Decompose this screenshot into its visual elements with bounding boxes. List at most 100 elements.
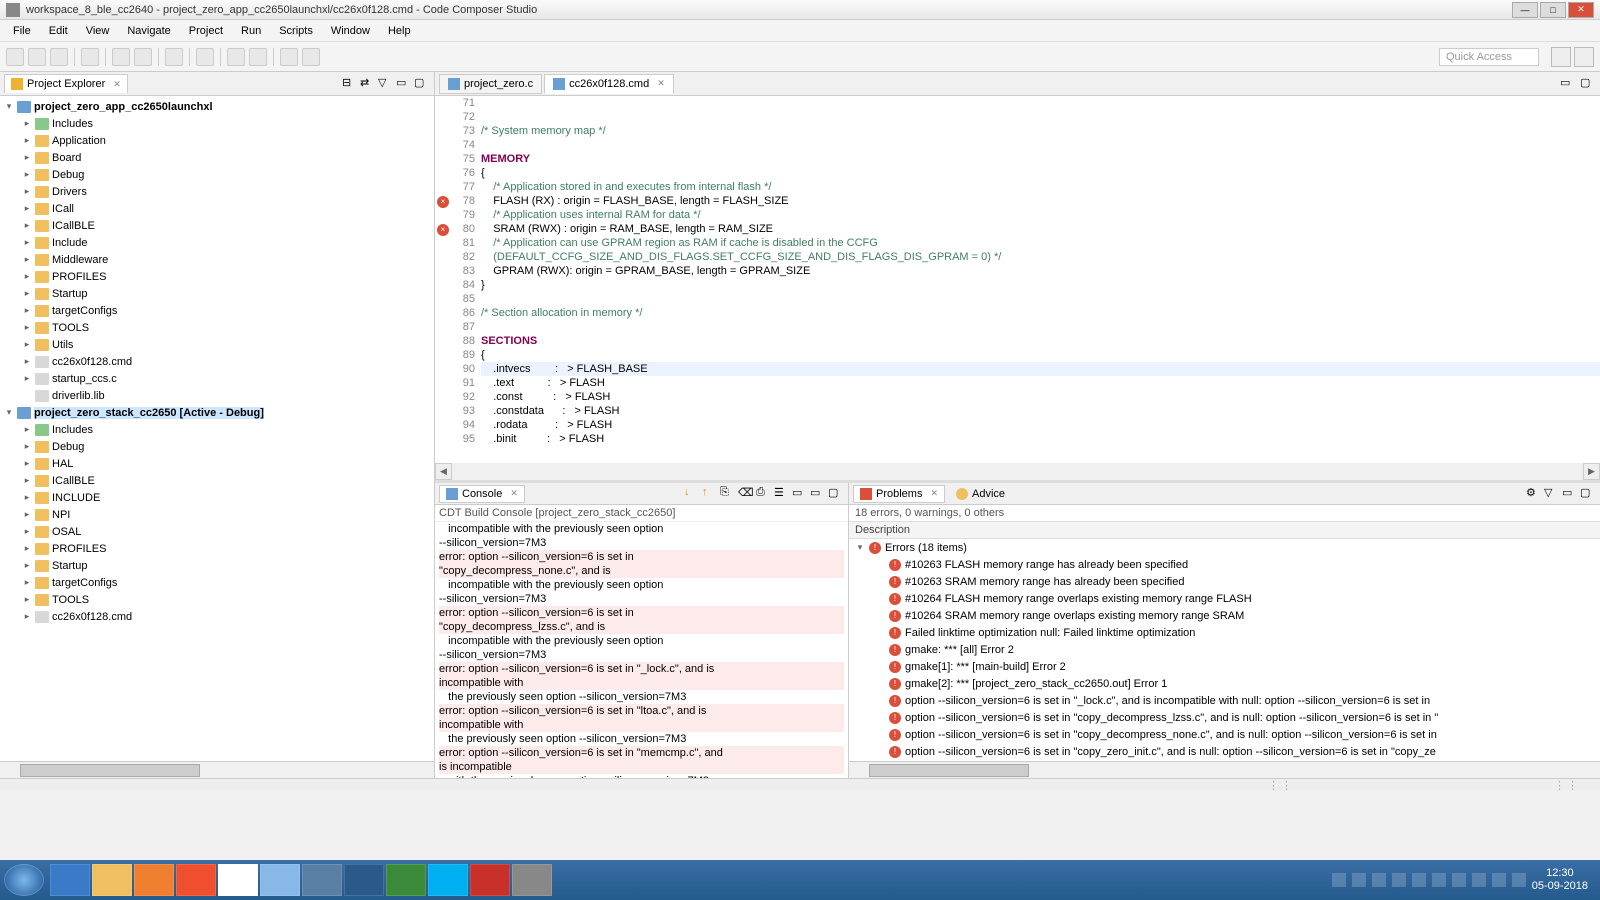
expand-icon[interactable]: ▸ — [22, 135, 32, 146]
taskbar-ie-icon[interactable] — [50, 864, 90, 896]
close-icon[interactable]: ✕ — [113, 79, 121, 90]
code-line[interactable]: SECTIONS — [481, 334, 1600, 348]
tree-item[interactable]: ▸Debug — [0, 166, 434, 183]
expand-icon[interactable]: ▸ — [22, 458, 32, 469]
expand-icon[interactable]: ▸ — [22, 169, 32, 180]
tree-item[interactable]: ▸Utils — [0, 336, 434, 353]
taskbar-app-icon[interactable] — [386, 864, 426, 896]
minimize-editor-icon[interactable]: ▭ — [1560, 76, 1576, 92]
tree-item[interactable]: ▸ICallBLE — [0, 217, 434, 234]
tree-item[interactable]: ▸Board — [0, 149, 434, 166]
problem-item[interactable]: !#10263 FLASH memory range has already b… — [849, 556, 1600, 573]
minimize-button[interactable]: — — [1512, 2, 1538, 18]
tree-item[interactable]: ▸startup_ccs.c — [0, 370, 434, 387]
expand-icon[interactable]: ▸ — [22, 577, 32, 588]
expand-icon[interactable]: ▸ — [22, 526, 32, 537]
minimize-panel-icon[interactable]: ▭ — [396, 76, 412, 92]
code-line[interactable] — [481, 110, 1600, 124]
tray-icon[interactable] — [1352, 873, 1366, 887]
menu-run[interactable]: Run — [232, 22, 270, 40]
expand-icon[interactable]: ▸ — [22, 288, 32, 299]
maximize-button[interactable]: □ — [1540, 2, 1566, 18]
expand-icon[interactable]: ▸ — [22, 356, 32, 367]
expand-icon[interactable]: ▸ — [22, 152, 32, 163]
tray-icon[interactable] — [1412, 873, 1426, 887]
arrow-down-icon[interactable]: ↑ — [702, 486, 718, 502]
taskbar-media-icon[interactable] — [134, 864, 174, 896]
expand-icon[interactable]: ▸ — [22, 560, 32, 571]
view-menu-icon[interactable]: ▽ — [1544, 486, 1560, 502]
taskbar-vbox-icon[interactable] — [512, 864, 552, 896]
console-output[interactable]: incompatible with the previously seen op… — [435, 522, 848, 778]
system-tray[interactable]: 12:30 05-09-2018 — [1332, 867, 1596, 893]
code-line[interactable] — [481, 320, 1600, 334]
expand-icon[interactable]: ▸ — [22, 492, 32, 503]
tray-flag-icon[interactable] — [1512, 873, 1526, 887]
tree-item[interactable]: ▸Includes — [0, 115, 434, 132]
pin-icon[interactable]: ⎙ — [756, 486, 772, 502]
code-line[interactable]: .const : > FLASH — [481, 390, 1600, 404]
code-line[interactable]: .text : > FLASH — [481, 376, 1600, 390]
code-line[interactable]: /* Application uses internal RAM for dat… — [481, 208, 1600, 222]
lock-scroll-icon[interactable]: ⎘ — [720, 486, 736, 502]
expand-icon[interactable]: ▸ — [22, 203, 32, 214]
tree-item[interactable]: ▸TOOLS — [0, 319, 434, 336]
maximize-panel-icon[interactable]: ▢ — [1580, 486, 1596, 502]
expand-icon[interactable]: ▸ — [22, 543, 32, 554]
new-button[interactable] — [6, 48, 24, 66]
expand-icon[interactable]: ▸ — [22, 322, 32, 333]
maximize-panel-icon[interactable]: ▢ — [828, 486, 844, 502]
problems-tab[interactable]: Problems ✕ — [853, 485, 945, 503]
tray-network-icon[interactable] — [1492, 873, 1506, 887]
expand-icon[interactable]: ▸ — [22, 339, 32, 350]
display-icon[interactable]: ☰ — [774, 486, 790, 502]
project-explorer-tab[interactable]: Project Explorer ✕ — [4, 74, 128, 93]
tree-item[interactable]: ▸PROFILES — [0, 540, 434, 557]
menu-navigate[interactable]: Navigate — [118, 22, 179, 40]
problem-item[interactable]: !Failed linktime optimization null: Fail… — [849, 624, 1600, 641]
code-line[interactable]: { — [481, 348, 1600, 362]
expand-icon[interactable]: ▸ — [22, 594, 32, 605]
problem-item[interactable]: !#10263 SRAM memory range has already be… — [849, 573, 1600, 590]
code-line[interactable]: .rodata : > FLASH — [481, 418, 1600, 432]
perspective-ccs-button[interactable] — [1551, 47, 1571, 67]
menu-project[interactable]: Project — [180, 22, 232, 40]
save-all-button[interactable] — [50, 48, 68, 66]
minimize-panel-icon[interactable]: ▭ — [810, 486, 826, 502]
expand-icon[interactable]: ▸ — [22, 271, 32, 282]
taskbar-ccs-icon[interactable] — [302, 864, 342, 896]
problem-item[interactable]: !gmake[1]: *** [main-build] Error 2 — [849, 658, 1600, 675]
perspective-debug-button[interactable] — [1574, 47, 1594, 67]
tree-item[interactable]: ▸targetConfigs — [0, 302, 434, 319]
expand-icon[interactable]: ▸ — [22, 254, 32, 265]
save-button[interactable] — [28, 48, 46, 66]
close-icon[interactable]: ✕ — [510, 488, 518, 499]
tree-item[interactable]: driverlib.lib — [0, 387, 434, 404]
code-line[interactable] — [481, 138, 1600, 152]
taskbar-vnc-icon[interactable] — [344, 864, 384, 896]
menu-file[interactable]: File — [4, 22, 40, 40]
menu-edit[interactable]: Edit — [40, 22, 77, 40]
open-console-icon[interactable]: ▭ — [792, 486, 808, 502]
menu-view[interactable]: View — [77, 22, 119, 40]
back-button[interactable] — [280, 48, 298, 66]
problems-list[interactable]: ▾!Errors (18 items)!#10263 FLASH memory … — [849, 539, 1600, 761]
clear-console-icon[interactable]: ⌫ — [738, 486, 754, 502]
wizard-button[interactable] — [165, 48, 183, 66]
project-tree[interactable]: ▾project_zero_app_cc2650launchxl▸Include… — [0, 96, 434, 761]
arrow-up-icon[interactable]: ↓ — [684, 486, 700, 502]
close-icon[interactable]: ✕ — [930, 488, 938, 499]
run-button[interactable] — [134, 48, 152, 66]
editor-horizontal-scrollbar[interactable]: ◀▶ — [435, 463, 1600, 480]
search-button[interactable] — [196, 48, 214, 66]
code-line[interactable]: /* Application stored in and executes fr… — [481, 180, 1600, 194]
debug-button[interactable] — [112, 48, 130, 66]
code-line[interactable]: .constdata : > FLASH — [481, 404, 1600, 418]
taskbar-pdf-icon[interactable] — [470, 864, 510, 896]
maximize-editor-icon[interactable]: ▢ — [1580, 76, 1596, 92]
code-line[interactable]: /* Section allocation in memory */ — [481, 306, 1600, 320]
problem-item[interactable]: !option --silicon_version=6 is set in "c… — [849, 709, 1600, 726]
expand-icon[interactable]: ▸ — [22, 475, 32, 486]
problem-item[interactable]: !gmake: *** [all] Error 2 — [849, 641, 1600, 658]
code-line[interactable]: MEMORY — [481, 152, 1600, 166]
